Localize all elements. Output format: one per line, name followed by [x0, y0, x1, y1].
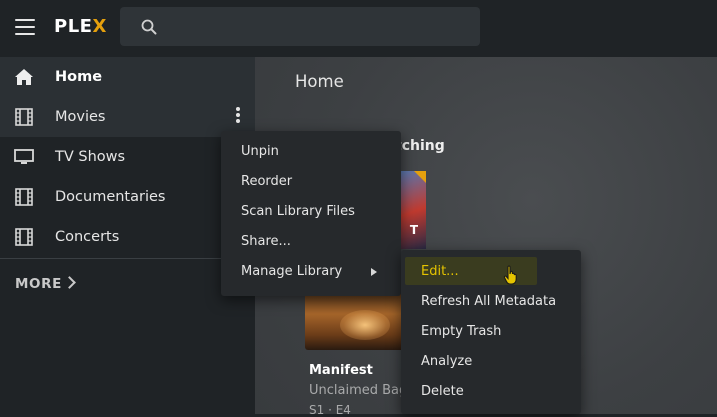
more-label: MORE: [15, 276, 62, 292]
poster-text: T: [409, 223, 418, 237]
sidebar-item-label: Home: [55, 69, 103, 85]
search-icon: [141, 19, 157, 35]
card-episode: S1 · E4: [309, 403, 351, 417]
menu-item-label: Analyze: [421, 354, 473, 369]
menu-item-share[interactable]: Share...: [221, 227, 401, 257]
chevron-right-icon: [63, 276, 76, 289]
menu-item-label: Unpin: [241, 144, 279, 159]
context-menu: Unpin Reorder Scan Library Files Share..…: [221, 131, 401, 296]
submenu-item-analyze[interactable]: Analyze: [401, 347, 581, 377]
film-icon: [15, 228, 33, 246]
hamburger-menu-icon[interactable]: [15, 19, 35, 35]
menu-item-label: Manage Library: [241, 264, 343, 279]
sidebar-item-concerts[interactable]: Concerts: [0, 217, 255, 257]
unwatched-badge: [414, 171, 426, 183]
page-title: Home: [295, 72, 344, 91]
top-bar: PLEX: [0, 0, 717, 57]
menu-item-unpin[interactable]: Unpin: [221, 137, 401, 167]
more-button[interactable]: MORE: [15, 275, 76, 293]
logo-text: PLE: [54, 16, 93, 37]
sidebar-item-tv-shows[interactable]: TV Shows: [0, 137, 255, 177]
card-title[interactable]: Manifest: [309, 363, 373, 379]
menu-item-label: Edit...: [421, 264, 459, 279]
menu-item-label: Reorder: [241, 174, 293, 189]
menu-item-label: Share...: [241, 234, 291, 249]
submenu-item-delete[interactable]: Delete: [401, 377, 581, 407]
manage-library-submenu: Edit... Refresh All Metadata Empty Trash…: [401, 250, 581, 414]
menu-item-label: Empty Trash: [421, 324, 502, 339]
menu-item-label: Scan Library Files: [241, 204, 355, 219]
submenu-item-edit[interactable]: Edit...: [401, 257, 581, 287]
film-icon: [15, 108, 33, 126]
monitor-icon: [14, 149, 34, 164]
film-icon: [15, 188, 33, 206]
sidebar-item-label: TV Shows: [55, 149, 126, 165]
submenu-item-refresh-all-metadata[interactable]: Refresh All Metadata: [401, 287, 581, 317]
menu-item-label: Refresh All Metadata: [421, 294, 557, 309]
home-icon: [15, 69, 33, 85]
section-title: tching: [395, 138, 445, 154]
menu-item-label: Delete: [421, 384, 464, 399]
search-input[interactable]: [120, 7, 480, 46]
sidebar-divider: [0, 258, 255, 259]
sidebar-item-label: Movies: [55, 109, 106, 125]
card-subtitle: Unclaimed Bag: [309, 383, 408, 398]
menu-item-scan-library-files[interactable]: Scan Library Files: [221, 197, 401, 227]
sidebar-item-movies[interactable]: Movies: [0, 97, 255, 137]
menu-item-reorder[interactable]: Reorder: [221, 167, 401, 197]
submenu-item-empty-trash[interactable]: Empty Trash: [401, 317, 581, 347]
sidebar-item-documentaries[interactable]: Documentaries: [0, 177, 255, 217]
logo-accent-text: X: [92, 16, 107, 37]
sidebar-item-home[interactable]: Home: [0, 57, 255, 97]
sidebar: Home Movies TV Shows Documentaries Conce…: [0, 57, 255, 414]
poster-artwork: [340, 310, 390, 340]
menu-item-manage-library[interactable]: Manage Library: [221, 257, 401, 287]
more-options-icon[interactable]: [231, 107, 245, 127]
sidebar-item-label: Concerts: [55, 229, 120, 245]
sidebar-item-label: Documentaries: [55, 189, 166, 205]
hand-cursor-icon: [503, 265, 517, 285]
plex-logo[interactable]: PLEX: [54, 15, 107, 39]
caret-right-icon: [371, 268, 377, 276]
